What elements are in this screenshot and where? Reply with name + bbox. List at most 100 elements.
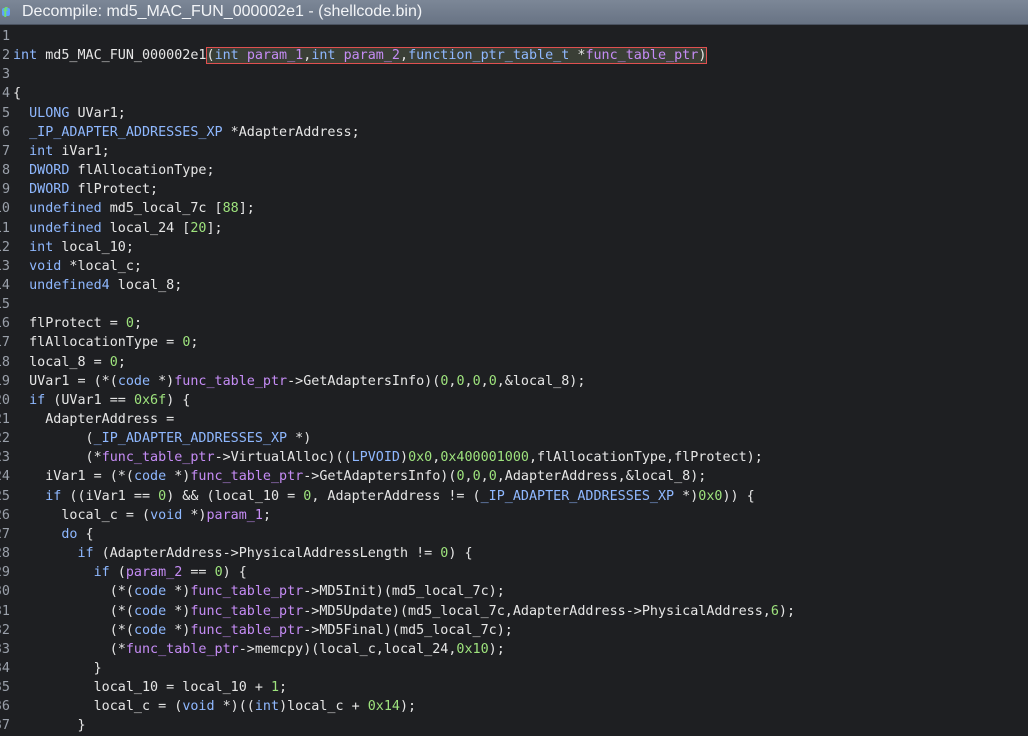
line-number: 15	[0, 297, 10, 313]
code-text[interactable]: int iVar1;	[13, 142, 110, 161]
line-number: 36	[0, 699, 10, 715]
code-text[interactable]: int local_10;	[13, 238, 134, 257]
code-line[interactable]: 16 flProtect = 0;	[0, 314, 1028, 333]
code-line[interactable]: 21 AdapterAddress =	[0, 410, 1028, 429]
code-line[interactable]: 24 iVar1 = (*(code *)func_table_ptr->Get…	[0, 467, 1028, 486]
line-number: 1	[1, 29, 10, 44]
code-line[interactable]: 4{	[0, 84, 1028, 103]
code-line[interactable]: 26 local_c = (void *)param_1;	[0, 506, 1028, 525]
code-line[interactable]: 33 (*func_table_ptr->memcpy)(local_c,loc…	[0, 640, 1028, 659]
code-text[interactable]: {	[13, 84, 21, 103]
code-text[interactable]: if (AdapterAddress->PhysicalAddressLengt…	[13, 544, 473, 563]
code-line[interactable]: 32 (*(code *)func_table_ptr->MD5Final)(m…	[0, 621, 1028, 640]
line-number: 7	[1, 143, 10, 159]
line-number: 17	[0, 335, 10, 351]
code-line[interactable]: 27 do {	[0, 525, 1028, 544]
line-number: 31	[0, 603, 10, 619]
signature-params-highlight[interactable]: (int param_1,int param_2,function_ptr_ta…	[205, 47, 708, 65]
line-number: 21	[0, 412, 10, 427]
code-line[interactable]: 12 int local_10;	[0, 238, 1028, 257]
code-line[interactable]: 19 UVar1 = (*(code *)func_table_ptr->Get…	[0, 372, 1028, 391]
code-text[interactable]: do {	[13, 525, 93, 544]
code-line[interactable]: 36 local_c = (void *)((int)local_c + 0x1…	[0, 697, 1028, 716]
line-number: 34	[0, 660, 10, 676]
decompiler-icon: f	[2, 4, 18, 20]
code-line[interactable]: 30 (*(code *)func_table_ptr->MD5Init)(md…	[0, 582, 1028, 601]
code-line[interactable]: 6 _IP_ADAPTER_ADDRESSES_XP *AdapterAddre…	[0, 123, 1028, 142]
line-number: 30	[0, 584, 10, 600]
code-line[interactable]: 18 local_8 = 0;	[0, 353, 1028, 372]
window-title: Decompile: md5_MAC_FUN_000002e1 - (shell…	[22, 3, 423, 20]
decompiler-code-view[interactable]: 1 2 int md5_MAC_FUN_000002e1(int param_1,i…	[0, 25, 1028, 736]
code-line[interactable]: 14 undefined4 local_8;	[0, 276, 1028, 295]
code-line[interactable]: 5 ULONG UVar1;	[0, 104, 1028, 123]
code-text[interactable]: undefined local_24 [20];	[13, 219, 223, 238]
code-text[interactable]: UVar1 = (*(code *)func_table_ptr->GetAda…	[13, 372, 585, 391]
code-text[interactable]: undefined4 local_8;	[13, 276, 182, 295]
code-line[interactable]: 34 }	[0, 659, 1028, 678]
code-line[interactable]: 10 undefined md5_local_7c [88];	[0, 199, 1028, 218]
code-line[interactable]: 20 if (UVar1 == 0x6f) {	[0, 391, 1028, 410]
line-number: 8	[1, 163, 10, 179]
code-line[interactable]: 28 if (AdapterAddress->PhysicalAddressLe…	[0, 544, 1028, 563]
code-text[interactable]: _IP_ADAPTER_ADDRESSES_XP *AdapterAddress…	[13, 123, 360, 142]
code-line[interactable]: 7 int iVar1;	[0, 142, 1028, 161]
code-text[interactable]: if (param_2 == 0) {	[13, 563, 247, 582]
code-text[interactable]: (*(code *)func_table_ptr->MD5Init)(md5_l…	[13, 582, 505, 601]
code-line[interactable]: 31 (*(code *)func_table_ptr->MD5Update)(…	[0, 602, 1028, 621]
code-line[interactable]: 2 int md5_MAC_FUN_000002e1(int param_1,in…	[0, 46, 1028, 65]
code-line[interactable]: 17 flAllocationType = 0;	[0, 333, 1028, 352]
code-text[interactable]: ULONG UVar1;	[13, 104, 126, 123]
code-text[interactable]: if ((iVar1 == 0) && (local_10 = 0, Adapt…	[13, 487, 754, 506]
line-number: 25	[0, 488, 10, 504]
code-text[interactable]: }	[13, 659, 102, 678]
line-number: 14	[0, 277, 10, 293]
line-number: 13	[0, 258, 10, 274]
line-number: 4	[1, 86, 10, 102]
line-number: 27	[0, 526, 10, 542]
code-text[interactable]: local_8 = 0;	[13, 353, 126, 372]
code-line[interactable]: 23 (*func_table_ptr->VirtualAlloc)((LPVO…	[0, 448, 1028, 467]
line-number: 35	[0, 680, 10, 696]
code-line[interactable]: 29 if (param_2 == 0) {	[0, 563, 1028, 582]
line-number: 6	[1, 124, 10, 140]
code-text[interactable]: (_IP_ADAPTER_ADDRESSES_XP *)	[13, 429, 312, 448]
code-line[interactable]: 15	[0, 295, 1028, 314]
code-line[interactable]: 9 DWORD flProtect;	[0, 180, 1028, 199]
code-text[interactable]: local_c = (void *)((int)local_c + 0x14);	[13, 697, 417, 716]
code-line[interactable]: 8 DWORD flAllocationType;	[0, 161, 1028, 180]
line-number: 11	[0, 220, 10, 236]
code-line[interactable]: 35 local_10 = local_10 + 1;	[0, 678, 1028, 697]
code-text[interactable]: }	[13, 716, 85, 735]
code-text[interactable]: void *local_c;	[13, 257, 142, 276]
line-number: 32	[0, 622, 10, 638]
code-text[interactable]: local_10 = local_10 + 1;	[13, 678, 288, 697]
code-text[interactable]: int md5_MAC_FUN_000002e1(int param_1,int…	[13, 46, 708, 65]
code-text[interactable]: local_c = (void *)param_1;	[13, 506, 271, 525]
code-text[interactable]: flProtect = 0;	[13, 314, 142, 333]
code-line[interactable]: 22 (_IP_ADAPTER_ADDRESSES_XP *)	[0, 429, 1028, 448]
code-text[interactable]: (*(code *)func_table_ptr->MD5Update)(md5…	[13, 602, 795, 621]
code-text[interactable]: AdapterAddress =	[13, 410, 174, 429]
line-number: 23	[0, 450, 10, 466]
window-titlebar[interactable]: f Decompile: md5_MAC_FUN_000002e1 - (she…	[0, 0, 1028, 25]
line-number: 10	[0, 201, 10, 217]
line-number: 5	[1, 105, 10, 121]
code-text[interactable]: flAllocationType = 0;	[13, 333, 198, 352]
code-line[interactable]: 37 }	[0, 716, 1028, 735]
code-line[interactable]: 25 if ((iVar1 == 0) && (local_10 = 0, Ad…	[0, 487, 1028, 506]
code-line[interactable]: 13 void *local_c;	[0, 257, 1028, 276]
code-text[interactable]: DWORD flProtect;	[13, 180, 158, 199]
code-text[interactable]: (*(code *)func_table_ptr->MD5Final)(md5_…	[13, 621, 513, 640]
code-text[interactable]: undefined md5_local_7c [88];	[13, 199, 255, 218]
code-text[interactable]: (*func_table_ptr->VirtualAlloc)((LPVOID)…	[13, 448, 763, 467]
code-text[interactable]: iVar1 = (*(code *)func_table_ptr->GetAda…	[13, 467, 706, 486]
code-line[interactable]: 11 undefined local_24 [20];	[0, 219, 1028, 238]
code-text[interactable]: DWORD flAllocationType;	[13, 161, 214, 180]
line-number: 16	[0, 316, 10, 332]
code-line[interactable]: 3	[0, 65, 1028, 84]
line-number: 19	[0, 373, 10, 389]
code-text[interactable]: if (UVar1 == 0x6f) {	[13, 391, 190, 410]
code-line[interactable]: 1	[0, 27, 1028, 46]
code-text[interactable]: (*func_table_ptr->memcpy)(local_c,local_…	[13, 640, 505, 659]
